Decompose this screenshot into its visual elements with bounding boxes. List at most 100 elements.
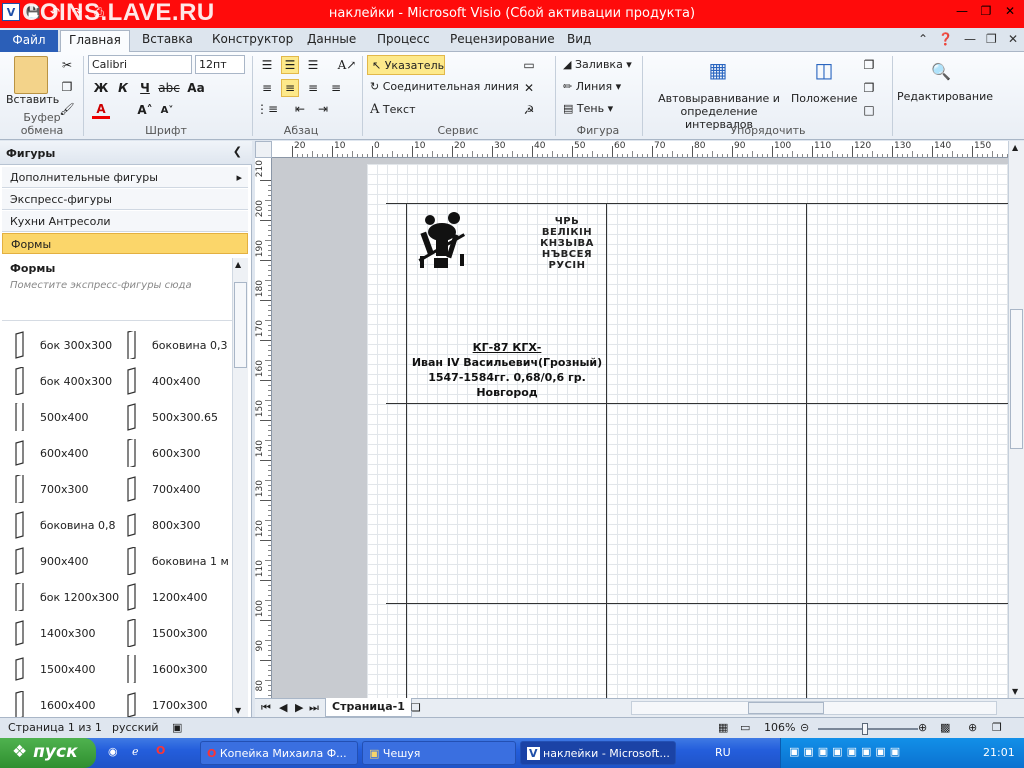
align-bottom-icon[interactable]: ☰ [304,56,322,74]
connection-point-icon[interactable]: ☭ [520,101,538,119]
shape-item[interactable]: 1400х300 [12,615,122,651]
pan-zoom-icon[interactable]: ⊕ [968,721,977,734]
shadow-button[interactable]: ▤ Тень ▾ [563,102,613,115]
taskbar-item[interactable]: O Копейка Михаила Ф... [200,741,358,765]
shrink-font-icon[interactable]: A˅ [158,101,176,119]
scroll-thumb[interactable] [748,702,824,714]
paste-button[interactable]: Вставить [6,93,59,106]
strikethrough-icon[interactable]: abc [158,79,180,97]
shape-item[interactable]: боковина 0,8 [12,507,122,543]
italic-icon[interactable]: К [114,79,132,97]
scroll-up-icon[interactable]: ▲ [1012,143,1018,152]
shape-item[interactable]: 1700х300 [124,687,232,717]
align-left-icon[interactable]: ≡ [258,79,276,97]
shape-item[interactable]: 400х400 [124,363,232,399]
stencil-forms[interactable]: Формы [2,233,248,254]
tab-process[interactable]: Процесс [377,32,430,46]
first-page-icon[interactable]: ⏮ [261,701,271,715]
font-size-select[interactable]: 12пт [195,55,245,74]
help-icon[interactable]: ❓ [938,32,953,46]
coin-label[interactable]: КГ-87 КГХ- Иван IV Васильевич(Грозный) 1… [407,340,607,400]
shape-item[interactable]: бок 1200х300 [12,579,122,615]
doc-minimize-icon[interactable]: — [964,32,976,46]
ie-icon[interactable]: ℯ [132,745,139,758]
zoom-in-icon[interactable]: ⊕ [918,721,927,734]
insert-page-icon[interactable]: ❏ [411,701,421,714]
opera-icon[interactable]: O [156,744,165,757]
prev-page-icon[interactable]: ◀ [279,701,287,714]
start-button[interactable]: ❖ пуск [0,738,96,768]
last-page-icon[interactable]: ⏭ [309,701,319,715]
doc-close-icon[interactable]: ✕ [1008,32,1018,46]
tab-file[interactable]: Файл [0,30,58,52]
stencil-more-shapes[interactable]: Дополнительные фигуры ▸ [2,167,248,188]
text-style-icon[interactable]: A↗ [338,56,357,74]
align-center-icon[interactable]: ≡ [281,79,299,97]
scroll-thumb[interactable] [1010,309,1023,449]
editing-button[interactable]: Редактирование [897,90,993,103]
underline-icon[interactable]: Ч [136,79,154,97]
taskbar-item[interactable]: ▣ Чешуя [362,741,516,765]
restore-button[interactable]: ❐ [976,4,996,22]
language-indicator[interactable]: RU [715,746,731,759]
shape-item[interactable]: боковина 1 м [124,543,232,579]
switch-windows-icon[interactable]: ❐ [992,721,1002,734]
zoom-slider-thumb[interactable] [862,723,868,735]
rectangle-shape-icon[interactable]: ▭ [520,56,538,74]
bullets-icon[interactable]: ⋮≡ [256,100,278,118]
shape-item[interactable]: бок 300х300 [12,327,122,363]
pointer-tool-button[interactable]: ↖ Указатель [367,55,445,75]
align-top-icon[interactable]: ☰ [258,56,276,74]
bold-icon[interactable]: Ж [92,79,110,97]
fill-button[interactable]: ◢ Заливка ▾ [563,58,632,71]
zoom-out-icon[interactable]: ⊝ [800,721,809,734]
send-backward-icon[interactable]: ❐ [860,79,878,97]
scroll-down-icon[interactable]: ▼ [1012,687,1018,696]
shape-item[interactable]: 1600х300 [124,651,232,687]
shape-item[interactable]: 1600х400 [12,687,122,717]
tab-insert[interactable]: Вставка [142,32,193,46]
shape-item[interactable]: 800х300 [124,507,232,543]
tab-home[interactable]: Главная [60,30,130,52]
scroll-down-icon[interactable]: ▼ [235,706,241,715]
collapse-ribbon-icon[interactable]: ⌃ [918,32,928,46]
close-button[interactable]: ✕ [1000,4,1020,22]
shape-item[interactable]: бок 400х300 [12,363,122,399]
full-screen-icon[interactable]: ▦ [718,721,728,734]
shape-item[interactable]: 700х300 [12,471,122,507]
scroll-up-icon[interactable]: ▲ [235,260,241,269]
connector-tool-button[interactable]: ↻ Соединительная линия [370,80,519,93]
drawing-canvas[interactable]: ЧРЬ ВЕЛІКІН КНЗЬІВА НЪВСЕЯ РУСІН КГ-87 К… [272,158,1008,698]
presentation-icon[interactable]: ▭ [740,721,750,734]
shapes-pane-scrollbar[interactable]: ▲ ▼ [232,258,248,717]
scroll-thumb[interactable] [234,282,247,368]
shape-item[interactable]: 900х400 [12,543,122,579]
font-name-select[interactable]: Calibri [88,55,192,74]
group-icon[interactable]: □ [860,101,878,119]
shape-item[interactable]: 600х400 [12,435,122,471]
shape-item[interactable]: 600х300 [124,435,232,471]
change-case-icon[interactable]: Aa [187,79,205,97]
decrease-indent-icon[interactable]: ⇤ [291,100,309,118]
language-status[interactable]: русский [112,721,159,734]
shape-item[interactable]: 500х300.65 [124,399,232,435]
shape-item[interactable]: 1500х400 [12,651,122,687]
shape-item[interactable]: 1500х300 [124,615,232,651]
position-button[interactable]: Положение [791,92,858,105]
next-page-icon[interactable]: ▶ [295,701,303,714]
tab-data[interactable]: Данные [307,32,356,46]
stencil-quick-shapes[interactable]: Экспресс-фигуры [2,189,248,210]
bring-forward-icon[interactable]: ❐ [860,56,878,74]
shape-item[interactable]: 700х400 [124,471,232,507]
copy-icon[interactable]: ❐ [58,78,76,96]
shape-item[interactable]: 500х400 [12,399,122,435]
justify-icon[interactable]: ≡ [327,79,345,97]
close-x-icon[interactable]: ✕ [520,79,538,97]
cut-icon[interactable]: ✂ [58,56,76,74]
tab-design[interactable]: Конструктор [212,32,293,46]
grow-font-icon[interactable]: A˄ [136,101,154,119]
text-tool-button[interactable]: A Текст [370,102,415,117]
tab-review[interactable]: Рецензирование [450,32,555,46]
increase-indent-icon[interactable]: ⇥ [314,100,332,118]
zoom-slider[interactable] [818,723,918,735]
